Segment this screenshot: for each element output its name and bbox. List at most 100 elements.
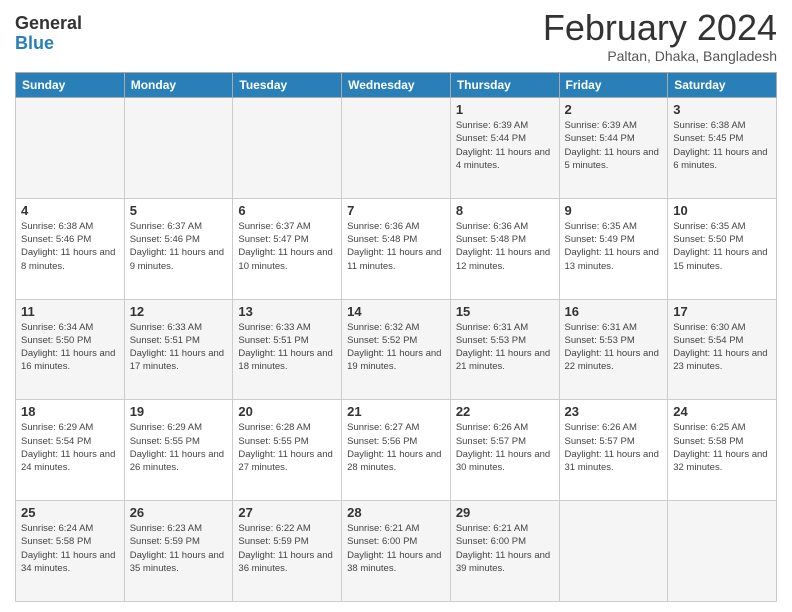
calendar-row-1: 4 Sunrise: 6:38 AM Sunset: 5:46 PM Daylig… [16, 198, 777, 299]
day-number: 15 [456, 304, 554, 319]
day-info: Sunrise: 6:39 AM Sunset: 5:44 PM Dayligh… [456, 119, 554, 172]
calendar-cell-4-5 [559, 501, 668, 602]
calendar-cell-4-6 [668, 501, 777, 602]
day-number: 29 [456, 505, 554, 520]
day-number: 10 [673, 203, 771, 218]
day-info: Sunrise: 6:37 AM Sunset: 5:46 PM Dayligh… [130, 220, 228, 273]
day-info: Sunrise: 6:22 AM Sunset: 5:59 PM Dayligh… [238, 522, 336, 575]
day-info: Sunrise: 6:33 AM Sunset: 5:51 PM Dayligh… [130, 321, 228, 374]
day-number: 18 [21, 404, 119, 419]
col-wednesday: Wednesday [342, 73, 451, 98]
day-number: 27 [238, 505, 336, 520]
day-number: 1 [456, 102, 554, 117]
col-monday: Monday [124, 73, 233, 98]
day-number: 21 [347, 404, 445, 419]
calendar-row-0: 1 Sunrise: 6:39 AM Sunset: 5:44 PM Daylig… [16, 98, 777, 199]
calendar-cell-3-0: 18 Sunrise: 6:29 AM Sunset: 5:54 PM Dayli… [16, 400, 125, 501]
calendar-cell-2-1: 12 Sunrise: 6:33 AM Sunset: 5:51 PM Dayli… [124, 299, 233, 400]
calendar-cell-3-3: 21Sunrise: 6:27 AM Sunset: 5:56 PM Dayli… [342, 400, 451, 501]
day-info: Sunrise: 6:33 AM Sunset: 5:51 PM Dayligh… [238, 321, 336, 374]
day-number: 16 [565, 304, 663, 319]
calendar-cell-4-2: 27 Sunrise: 6:22 AM Sunset: 5:59 PM Dayli… [233, 501, 342, 602]
day-info: Sunrise: 6:21 AM Sunset: 6:00 PM Dayligh… [347, 522, 445, 575]
calendar-cell-1-1: 5 Sunrise: 6:37 AM Sunset: 5:46 PM Daylig… [124, 198, 233, 299]
day-number: 4 [21, 203, 119, 218]
day-info: Sunrise: 6:38 AM Sunset: 5:45 PM Dayligh… [673, 119, 771, 172]
calendar-cell-2-5: 16Sunrise: 6:31 AM Sunset: 5:53 PM Dayli… [559, 299, 668, 400]
day-number: 19 [130, 404, 228, 419]
logo: General Blue [15, 10, 82, 54]
calendar-cell-4-4: 29 Sunrise: 6:21 AM Sunset: 6:00 PM Dayli… [450, 501, 559, 602]
day-info: Sunrise: 6:39 AM Sunset: 5:44 PM Dayligh… [565, 119, 663, 172]
day-info: Sunrise: 6:26 AM Sunset: 5:57 PM Dayligh… [565, 421, 663, 474]
calendar-cell-3-6: 24Sunrise: 6:25 AM Sunset: 5:58 PM Dayli… [668, 400, 777, 501]
day-info: Sunrise: 6:36 AM Sunset: 5:48 PM Dayligh… [347, 220, 445, 273]
calendar-row-4: 25Sunrise: 6:24 AM Sunset: 5:58 PM Dayli… [16, 501, 777, 602]
calendar-cell-1-6: 10 Sunrise: 6:35 AM Sunset: 5:50 PM Dayli… [668, 198, 777, 299]
calendar-row-3: 18 Sunrise: 6:29 AM Sunset: 5:54 PM Dayli… [16, 400, 777, 501]
month-year: February 2024 [543, 10, 777, 46]
day-number: 14 [347, 304, 445, 319]
day-number: 6 [238, 203, 336, 218]
day-info: Sunrise: 6:29 AM Sunset: 5:54 PM Dayligh… [21, 421, 119, 474]
day-info: Sunrise: 6:24 AM Sunset: 5:58 PM Dayligh… [21, 522, 119, 575]
col-tuesday: Tuesday [233, 73, 342, 98]
day-number: 12 [130, 304, 228, 319]
day-number: 22 [456, 404, 554, 419]
calendar-cell-1-3: 7 Sunrise: 6:36 AM Sunset: 5:48 PM Daylig… [342, 198, 451, 299]
day-number: 26 [130, 505, 228, 520]
day-number: 8 [456, 203, 554, 218]
title-block: February 2024 Paltan, Dhaka, Bangladesh [543, 10, 777, 64]
day-info: Sunrise: 6:37 AM Sunset: 5:47 PM Dayligh… [238, 220, 336, 273]
calendar-cell-0-5: 2Sunrise: 6:39 AM Sunset: 5:44 PM Daylig… [559, 98, 668, 199]
day-info: Sunrise: 6:35 AM Sunset: 5:49 PM Dayligh… [565, 220, 663, 273]
day-info: Sunrise: 6:30 AM Sunset: 5:54 PM Dayligh… [673, 321, 771, 374]
day-info: Sunrise: 6:23 AM Sunset: 5:59 PM Dayligh… [130, 522, 228, 575]
day-number: 11 [21, 304, 119, 319]
col-saturday: Saturday [668, 73, 777, 98]
calendar-cell-4-3: 28 Sunrise: 6:21 AM Sunset: 6:00 PM Dayli… [342, 501, 451, 602]
day-number: 28 [347, 505, 445, 520]
calendar-cell-2-0: 11Sunrise: 6:34 AM Sunset: 5:50 PM Dayli… [16, 299, 125, 400]
day-number: 24 [673, 404, 771, 419]
col-thursday: Thursday [450, 73, 559, 98]
day-number: 13 [238, 304, 336, 319]
day-info: Sunrise: 6:36 AM Sunset: 5:48 PM Dayligh… [456, 220, 554, 273]
day-number: 20 [238, 404, 336, 419]
calendar-cell-1-5: 9 Sunrise: 6:35 AM Sunset: 5:49 PM Daylig… [559, 198, 668, 299]
calendar-cell-2-6: 17 Sunrise: 6:30 AM Sunset: 5:54 PM Dayli… [668, 299, 777, 400]
calendar-cell-3-5: 23 Sunrise: 6:26 AM Sunset: 5:57 PM Dayli… [559, 400, 668, 501]
logo-blue: Blue [15, 34, 82, 54]
day-info: Sunrise: 6:28 AM Sunset: 5:55 PM Dayligh… [238, 421, 336, 474]
calendar-cell-3-1: 19Sunrise: 6:29 AM Sunset: 5:55 PM Dayli… [124, 400, 233, 501]
calendar-row-2: 11Sunrise: 6:34 AM Sunset: 5:50 PM Dayli… [16, 299, 777, 400]
calendar-cell-0-2 [233, 98, 342, 199]
day-number: 17 [673, 304, 771, 319]
logo-general: General [15, 14, 82, 34]
day-info: Sunrise: 6:21 AM Sunset: 6:00 PM Dayligh… [456, 522, 554, 575]
calendar-cell-0-4: 1 Sunrise: 6:39 AM Sunset: 5:44 PM Daylig… [450, 98, 559, 199]
day-info: Sunrise: 6:38 AM Sunset: 5:46 PM Dayligh… [21, 220, 119, 273]
calendar-cell-2-3: 14Sunrise: 6:32 AM Sunset: 5:52 PM Dayli… [342, 299, 451, 400]
calendar-cell-2-2: 13 Sunrise: 6:33 AM Sunset: 5:51 PM Dayli… [233, 299, 342, 400]
calendar-cell-4-0: 25Sunrise: 6:24 AM Sunset: 5:58 PM Dayli… [16, 501, 125, 602]
day-number: 5 [130, 203, 228, 218]
calendar-cell-0-0 [16, 98, 125, 199]
day-info: Sunrise: 6:26 AM Sunset: 5:57 PM Dayligh… [456, 421, 554, 474]
calendar-cell-3-2: 20 Sunrise: 6:28 AM Sunset: 5:55 PM Dayli… [233, 400, 342, 501]
calendar-cell-0-6: 3 Sunrise: 6:38 AM Sunset: 5:45 PM Daylig… [668, 98, 777, 199]
day-info: Sunrise: 6:31 AM Sunset: 5:53 PM Dayligh… [456, 321, 554, 374]
day-number: 3 [673, 102, 771, 117]
calendar-cell-0-3 [342, 98, 451, 199]
day-info: Sunrise: 6:35 AM Sunset: 5:50 PM Dayligh… [673, 220, 771, 273]
calendar-cell-1-0: 4 Sunrise: 6:38 AM Sunset: 5:46 PM Daylig… [16, 198, 125, 299]
calendar-cell-4-1: 26 Sunrise: 6:23 AM Sunset: 5:59 PM Dayli… [124, 501, 233, 602]
calendar-cell-3-4: 22 Sunrise: 6:26 AM Sunset: 5:57 PM Dayli… [450, 400, 559, 501]
day-number: 7 [347, 203, 445, 218]
page: General Blue February 2024 Paltan, Dhaka… [0, 0, 792, 612]
day-number: 9 [565, 203, 663, 218]
col-friday: Friday [559, 73, 668, 98]
calendar-table: Sunday Monday Tuesday Wednesday Thursday… [15, 72, 777, 602]
calendar-cell-2-4: 15 Sunrise: 6:31 AM Sunset: 5:53 PM Dayli… [450, 299, 559, 400]
day-number: 23 [565, 404, 663, 419]
